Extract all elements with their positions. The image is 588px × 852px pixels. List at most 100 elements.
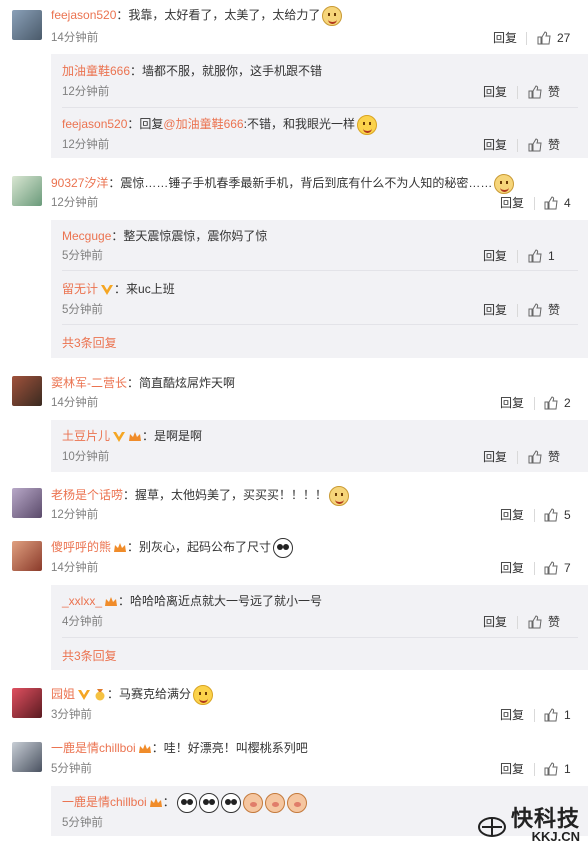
reply-button[interactable]: 回复 (483, 449, 507, 465)
avatar[interactable] (12, 742, 42, 772)
avatar[interactable] (12, 488, 42, 518)
reply-text: :不错，和我眼光一样 (243, 117, 355, 132)
happy-icon (356, 115, 377, 135)
like-button[interactable]: 2 (544, 395, 571, 411)
crown-icon (138, 743, 151, 753)
divider (62, 637, 578, 638)
thumb-up-icon (544, 396, 558, 410)
timestamp: 14分钟前 (51, 32, 99, 44)
happy-icon (193, 685, 214, 705)
watermark-brand: 快科技 (510, 806, 580, 831)
reply-button[interactable]: 回复 (483, 614, 507, 630)
thumb-up-icon (528, 450, 542, 464)
timestamp: 12分钟前 (62, 86, 110, 98)
reply-button[interactable]: 回复 (483, 84, 507, 100)
avatar[interactable] (12, 10, 42, 40)
like-label: 赞 (548, 85, 561, 99)
reply-button[interactable]: 回复 (500, 707, 524, 723)
comment-item: 窦林军-二营长：简直酷炫屌炸天啊 14分钟前 回复 2 土豆片儿 ：是啊是啊 10… (0, 370, 588, 472)
dog-icon (329, 486, 350, 506)
reply-button[interactable]: 回复 (483, 248, 507, 264)
more-replies-link[interactable]: 共3条回复 (62, 335, 117, 351)
like-label: 赞 (548, 615, 561, 629)
comment-text: ：我靠，太好看了，太美了，太给力了 (116, 8, 321, 23)
thumb-up-icon (544, 508, 558, 522)
panda-icon (176, 792, 197, 813)
like-button[interactable]: 4 (544, 195, 571, 211)
reply-button[interactable]: 回复 (500, 195, 524, 211)
reply-button[interactable]: 回复 (500, 507, 524, 523)
more-replies-link[interactable]: 共3条回复 (62, 648, 117, 664)
reply-button[interactable]: 回复 (500, 395, 524, 411)
avatar[interactable] (12, 541, 42, 571)
comment-item: 90327汐洋：震惊……锤子手机春季最新手机，背后到底有什么不为人知的秘密…… … (0, 168, 588, 358)
divider (517, 86, 518, 99)
like-count: 4 (564, 196, 571, 210)
divider (534, 197, 535, 210)
username-link[interactable]: 土豆片儿 (62, 429, 110, 443)
dog-icon (494, 174, 515, 194)
watermark-logo: 快科技 KKJ.CN (477, 808, 580, 844)
username-link[interactable]: 留无计 (62, 282, 98, 296)
divider (517, 304, 518, 317)
reply-button[interactable]: 回复 (493, 30, 517, 46)
avatar[interactable] (12, 376, 42, 406)
username-link[interactable]: feejason520 (62, 117, 127, 131)
kkj-logo-icon (477, 817, 506, 837)
reply-text: ：是啊是啊 (142, 429, 203, 443)
username-link[interactable]: 加油童鞋666 (62, 64, 130, 78)
like-button[interactable]: 1 (528, 248, 555, 264)
watermark-domain: KKJ.CN (531, 829, 580, 844)
thumb-up-icon (528, 138, 542, 152)
username-link[interactable]: Mecguge (62, 229, 111, 243)
reply-text: ：哈哈哈离近点就大一号远了就小一号 (118, 594, 323, 608)
thumb-up-icon (528, 85, 542, 99)
timestamp: 4分钟前 (62, 616, 103, 628)
reply-button[interactable]: 回复 (500, 560, 524, 576)
timestamp: 10分钟前 (62, 451, 110, 463)
reply-button[interactable]: 回复 (483, 137, 507, 153)
username-link[interactable]: 一鹿是情chillboi (62, 795, 147, 809)
timestamp: 5分钟前 (62, 817, 103, 829)
crown-icon (149, 797, 162, 807)
reply-button[interactable]: 回复 (500, 761, 524, 777)
like-button[interactable]: 赞 (528, 614, 560, 630)
username-link[interactable]: feejason520 (51, 8, 116, 22)
reply-button[interactable]: 回复 (483, 302, 507, 318)
timestamp: 5分钟前 (62, 304, 103, 316)
username-link[interactable]: _xxlxx_ (62, 594, 102, 608)
divider (517, 250, 518, 263)
thumb-up-icon (544, 561, 558, 575)
like-button[interactable]: 5 (544, 507, 571, 523)
username-link[interactable]: 90327汐洋 (51, 176, 108, 190)
comment-text: ：别灰心，起码公布了尺寸 (127, 540, 272, 555)
v-icon (78, 690, 91, 700)
like-button[interactable]: 1 (544, 761, 571, 777)
like-button[interactable]: 赞 (528, 137, 560, 153)
like-count: 7 (564, 561, 571, 575)
username-link[interactable]: 一鹿是情chillboi (51, 741, 136, 755)
username-link[interactable]: 园姐 (51, 687, 75, 701)
like-button[interactable]: 赞 (528, 302, 560, 318)
like-label: 赞 (548, 303, 561, 317)
username-link[interactable]: 傻呼呼的熊 (51, 540, 111, 554)
mention-link[interactable]: @加油童鞋666 (163, 117, 243, 131)
thumb-up-icon (537, 31, 551, 45)
like-count: 2 (564, 396, 571, 410)
like-button[interactable]: 7 (544, 560, 571, 576)
reply-box: 土豆片儿 ：是啊是啊 10分钟前 回复 赞 (51, 420, 588, 472)
panda-icon (273, 538, 294, 558)
medal-icon (95, 689, 105, 701)
reply-box: 加油童鞋666：墙都不服，就服你，这手机跟不错 12分钟前 回复 赞 feeja… (51, 54, 588, 158)
username-link[interactable]: 窦林军-二营长 (51, 376, 127, 390)
like-button[interactable]: 27 (537, 30, 570, 46)
like-button[interactable]: 赞 (528, 84, 560, 100)
avatar[interactable] (12, 688, 42, 718)
thumb-up-icon (544, 762, 558, 776)
like-button[interactable]: 1 (544, 707, 571, 723)
username-link[interactable]: 老杨是个话唠 (51, 488, 123, 502)
like-button[interactable]: 赞 (528, 449, 560, 465)
comment-item: 园姐 ：马赛克给满分 3分钟前 回复 1 (0, 682, 588, 726)
avatar[interactable] (12, 176, 42, 206)
timestamp: 12分钟前 (51, 197, 99, 209)
